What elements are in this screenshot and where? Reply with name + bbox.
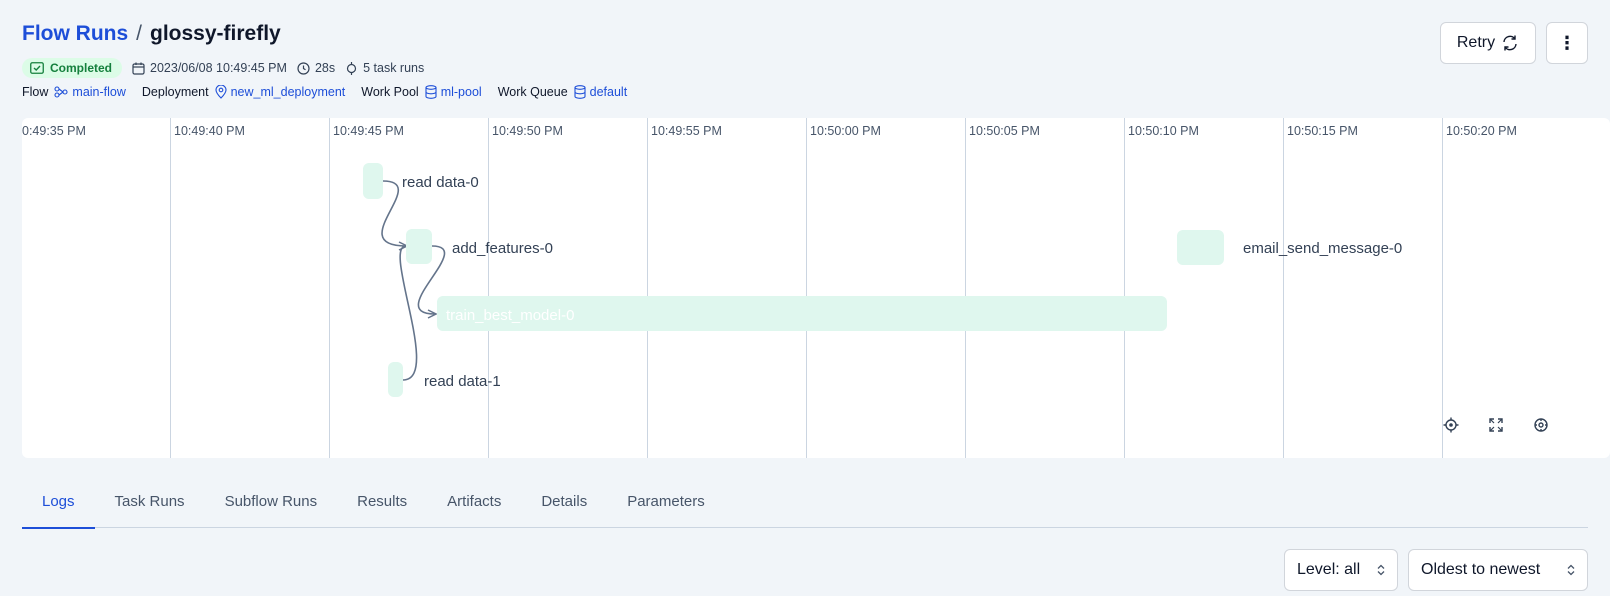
page-title: glossy-firefly	[150, 22, 281, 45]
flow-run-timeline[interactable]: 0:49:35 PM 10:49:40 PM 10:49:45 PM 10:49…	[22, 118, 1610, 458]
task-run-icon	[345, 61, 358, 75]
fullscreen-icon[interactable]	[1485, 414, 1507, 436]
work-queue-value: default	[589, 85, 628, 99]
tab-task-runs[interactable]: Task Runs	[95, 474, 205, 528]
task-label: train_best_model-0	[446, 307, 575, 324]
duration: 28s	[297, 61, 335, 75]
tab-artifacts[interactable]: Artifacts	[427, 474, 521, 528]
flow-label: Flow	[22, 85, 49, 99]
work-pool-link[interactable]: ml-pool	[425, 85, 482, 99]
log-filters: Level: all Oldest to newest	[1284, 549, 1588, 591]
deployment-detail: Deployment new_ml_deployment	[142, 85, 345, 99]
breadcrumb-separator: /	[136, 22, 143, 45]
deployment-label: Deployment	[141, 85, 209, 99]
duration-value: 28s	[314, 61, 336, 75]
log-level-select[interactable]: Level: all	[1284, 549, 1398, 591]
task-node-email-send-message-0[interactable]	[1177, 230, 1224, 265]
work-pool-detail: Work Pool ml-pool	[361, 85, 481, 99]
flow-detail: Flow main-flow	[22, 85, 126, 99]
retry-label: Retry	[1456, 34, 1496, 51]
task-node-add-features-0[interactable]	[406, 229, 432, 264]
calendar-icon	[132, 62, 145, 75]
task-node-read-data-0[interactable]	[363, 163, 383, 199]
page-header: Flow Runs / glossy-firefly	[22, 22, 281, 46]
run-meta-row: Completed 2023/06/08 10:49:45 PM 28s 5 t…	[22, 58, 424, 78]
tab-details[interactable]: Details	[521, 474, 607, 528]
status-label: Completed	[50, 61, 113, 75]
start-time-value: 2023/06/08 10:49:45 PM	[150, 61, 287, 75]
tab-parameters[interactable]: Parameters	[607, 474, 725, 528]
flow-value: main-flow	[72, 85, 126, 99]
chevron-up-down-icon	[1567, 564, 1575, 576]
task-run-count: 5 task runs	[345, 61, 424, 75]
task-label: read data-0	[402, 174, 479, 191]
task-label: email_send_message-0	[1243, 240, 1403, 257]
deployment-value: new_ml_deployment	[230, 85, 346, 99]
status-badge: Completed	[22, 58, 123, 78]
run-details-row: Flow main-flow Deployment new_ml_deploym…	[22, 85, 627, 99]
map-pin-icon	[215, 85, 227, 99]
header-actions: Retry ⋮	[1440, 22, 1588, 64]
tab-logs[interactable]: Logs	[22, 474, 95, 529]
tab-subflow-runs[interactable]: Subflow Runs	[205, 474, 338, 528]
task-label: add_features-0	[452, 240, 553, 257]
flow-link[interactable]: main-flow	[54, 85, 126, 99]
deployment-link[interactable]: new_ml_deployment	[215, 85, 346, 99]
task-run-count-value: 5 task runs	[363, 61, 425, 75]
more-options-button[interactable]: ⋮	[1546, 22, 1588, 64]
work-queue-detail: Work Queue default	[498, 85, 627, 99]
clock-icon	[297, 61, 310, 75]
retry-button[interactable]: Retry	[1440, 22, 1536, 64]
start-time: 2023/06/08 10:49:45 PM	[132, 61, 287, 75]
breadcrumb-flow-runs-link[interactable]: Flow Runs	[22, 22, 128, 46]
work-queue-label: Work Queue	[497, 85, 568, 99]
tab-results[interactable]: Results	[337, 474, 427, 528]
recenter-icon[interactable]	[1440, 414, 1462, 436]
database-icon	[574, 85, 586, 99]
database-icon	[425, 85, 437, 99]
dependency-edges	[381, 180, 446, 381]
check-square-icon	[30, 62, 44, 74]
refresh-icon	[1501, 34, 1519, 52]
log-level-value: Level: all	[1297, 561, 1361, 578]
work-pool-value: ml-pool	[440, 85, 482, 99]
kebab-menu-icon: ⋮	[1558, 32, 1576, 53]
flow-icon	[54, 86, 68, 98]
graph-settings-icon[interactable]	[1530, 414, 1552, 436]
log-sort-value: Oldest to newest	[1421, 561, 1541, 578]
run-detail-tabs: Logs Task Runs Subflow Runs Results Arti…	[22, 474, 1588, 529]
log-sort-select[interactable]: Oldest to newest	[1408, 549, 1588, 591]
breadcrumb: Flow Runs / glossy-firefly	[22, 22, 281, 46]
chevron-up-down-icon	[1377, 564, 1385, 576]
work-queue-link[interactable]: default	[574, 85, 628, 99]
task-node-read-data-1[interactable]	[388, 362, 403, 397]
work-pool-label: Work Pool	[361, 85, 419, 99]
task-label: read data-1	[424, 373, 501, 390]
